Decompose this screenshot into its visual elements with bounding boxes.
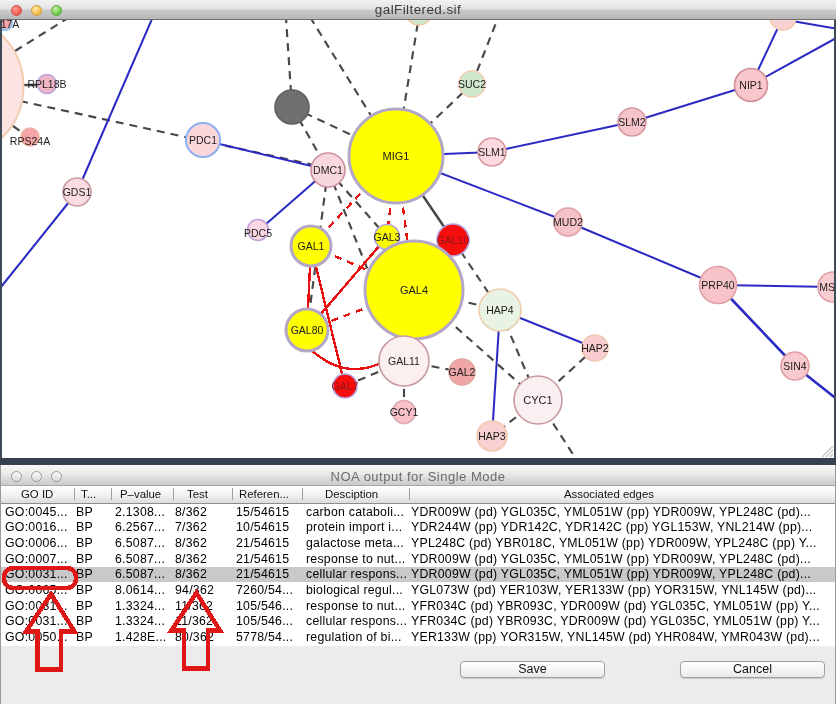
svg-text:GAL2: GAL2	[449, 366, 476, 378]
svg-text:GAL80: GAL80	[291, 324, 324, 336]
svg-text:GAL3: GAL3	[374, 231, 401, 243]
svg-text:PDC5: PDC5	[244, 227, 272, 239]
svg-text:17A: 17A	[2, 20, 19, 30]
svg-text:GCY1: GCY1	[390, 406, 419, 418]
svg-text:DMC1: DMC1	[313, 164, 343, 176]
svg-text:SIN4: SIN4	[783, 360, 807, 372]
svg-text:RPL18B: RPL18B	[27, 78, 66, 90]
svg-text:NIP1: NIP1	[739, 79, 763, 91]
svg-text:SUC2: SUC2	[458, 78, 486, 90]
svg-text:GAL11: GAL11	[388, 355, 420, 367]
svg-text:HAP2: HAP2	[581, 342, 609, 354]
svg-text:SLM1: SLM1	[478, 146, 506, 158]
svg-text:GAL10: GAL10	[437, 234, 470, 246]
svg-text:GDS1: GDS1	[63, 186, 92, 198]
svg-text:MUD2: MUD2	[553, 216, 583, 228]
svg-text:GAL1: GAL1	[298, 240, 325, 252]
svg-text:GAL7: GAL7	[332, 380, 359, 392]
svg-text:MSL1: MSL1	[819, 281, 834, 293]
svg-text:PDC1: PDC1	[189, 134, 217, 146]
svg-text:SLM2: SLM2	[618, 116, 646, 128]
svg-text:RPS24A: RPS24A	[10, 135, 50, 147]
svg-text:CYC1: CYC1	[523, 394, 552, 406]
svg-text:PRP40: PRP40	[701, 279, 734, 291]
svg-text:HAP4: HAP4	[486, 304, 514, 316]
svg-text:MIG1: MIG1	[383, 150, 410, 162]
svg-text:HAP3: HAP3	[478, 430, 506, 442]
svg-text:GAL4: GAL4	[400, 284, 428, 296]
